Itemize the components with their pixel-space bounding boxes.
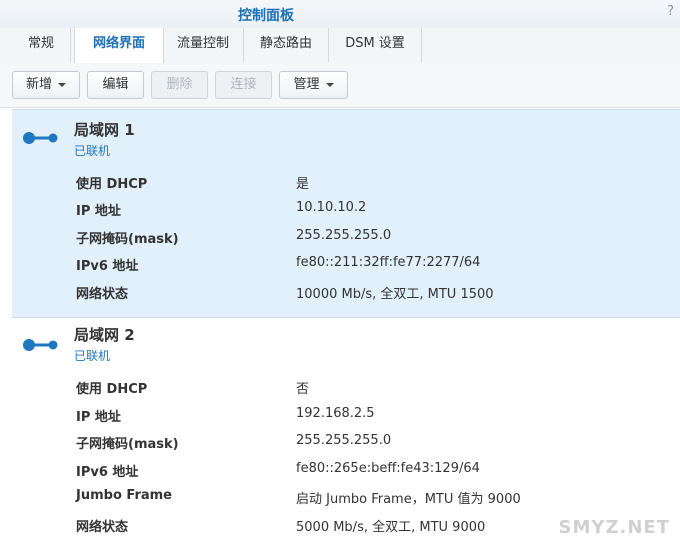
help-icon[interactable]: ? bbox=[667, 4, 674, 19]
ipv6-label: IPv6 地址 bbox=[76, 259, 139, 274]
ipv6-label: IPv6 地址 bbox=[76, 465, 139, 480]
tab-traffic-control[interactable]: 流量控制 bbox=[163, 28, 244, 62]
dhcp-value: 否 bbox=[296, 382, 310, 397]
tab-general[interactable]: 常规 bbox=[12, 28, 71, 62]
watermark: SMYZ.NET bbox=[558, 517, 670, 538]
connection-icon bbox=[23, 132, 58, 144]
network-status-value: 10000 Mb/s, 全双工, MTU 1500 bbox=[296, 287, 494, 302]
dhcp-value: 是 bbox=[296, 177, 310, 192]
ipv6-value: fe80::211:32ff:fe77:2277/64 bbox=[296, 255, 481, 270]
jumbo-frame-value: 启动 Jumbo Frame，MTU 值为 9000 bbox=[296, 492, 521, 507]
ip-value: 10.10.10.2 bbox=[296, 200, 367, 215]
network-status-label: 网络状态 bbox=[76, 287, 129, 302]
tab-dsm-settings[interactable]: DSM 设置 bbox=[329, 28, 422, 62]
toolbar: 新增 编辑 删除 连接 管理 bbox=[0, 63, 680, 108]
interface-lan1[interactable]: 局域网 1 已联机 使用 DHCP 是 IP 地址 10.10.10.2 子网掩… bbox=[12, 109, 680, 318]
interface-lan2[interactable]: 局域网 2 已联机 使用 DHCP 否 IP 地址 192.168.2.5 子网… bbox=[12, 318, 680, 542]
network-status-value: 5000 Mb/s, 全双工, MTU 9000 bbox=[296, 520, 486, 535]
chevron-down-icon bbox=[325, 82, 334, 87]
jumbo-frame-label: Jumbo Frame bbox=[76, 488, 172, 503]
connect-button[interactable]: 连接 bbox=[215, 71, 272, 99]
tab-static-route[interactable]: 静态路由 bbox=[244, 28, 329, 62]
network-status-label: 网络状态 bbox=[76, 520, 129, 535]
add-button[interactable]: 新增 bbox=[12, 71, 80, 99]
edit-button[interactable]: 编辑 bbox=[87, 71, 144, 99]
add-button-label: 新增 bbox=[25, 77, 52, 92]
manage-button-label: 管理 bbox=[293, 77, 320, 92]
ip-label: IP 地址 bbox=[76, 204, 121, 219]
ip-label: IP 地址 bbox=[76, 410, 121, 425]
tab-network-interface[interactable]: 网络界面 bbox=[74, 28, 164, 63]
title-bar: 控制面板 ? bbox=[0, 0, 680, 28]
tab-bar: 常规 网络界面 流量控制 静态路由 DSM 设置 bbox=[0, 28, 680, 64]
manage-button[interactable]: 管理 bbox=[279, 71, 348, 99]
interface-status: 已联机 bbox=[74, 144, 111, 158]
delete-button[interactable]: 删除 bbox=[151, 71, 208, 99]
mask-label: 子网掩码(mask) bbox=[76, 232, 179, 247]
connection-icon bbox=[23, 339, 58, 351]
dhcp-label: 使用 DHCP bbox=[76, 177, 148, 192]
ipv6-value: fe80::265e:beff:fe43:129/64 bbox=[296, 461, 480, 476]
mask-value: 255.255.255.0 bbox=[296, 228, 392, 243]
mask-label: 子网掩码(mask) bbox=[76, 437, 179, 452]
interface-name: 局域网 1 bbox=[74, 121, 135, 139]
interface-status: 已联机 bbox=[74, 349, 111, 363]
window-title: 控制面板 bbox=[238, 8, 294, 24]
chevron-down-icon bbox=[58, 82, 66, 87]
ip-value: 192.168.2.5 bbox=[296, 406, 375, 421]
dhcp-label: 使用 DHCP bbox=[76, 382, 148, 397]
interface-name: 局域网 2 bbox=[74, 326, 135, 344]
mask-value: 255.255.255.0 bbox=[296, 433, 392, 448]
